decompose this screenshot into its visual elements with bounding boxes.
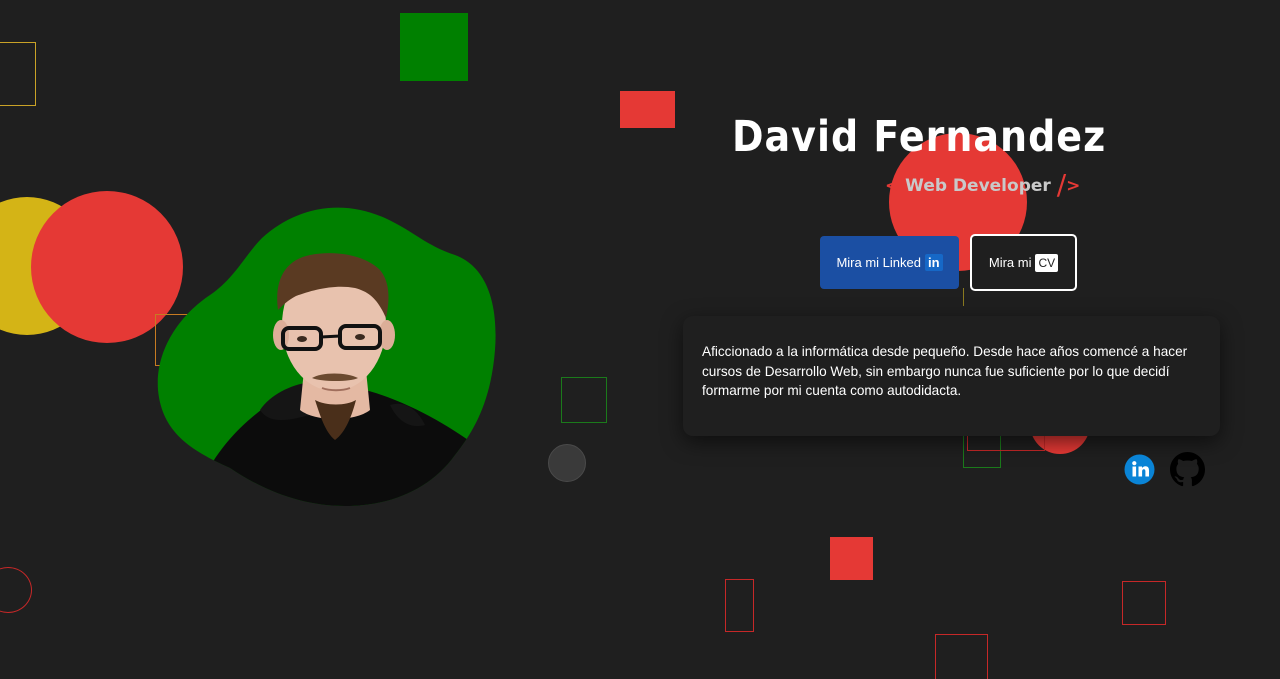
landing-page: David Fernandez < Web Developer /> Mira …: [0, 0, 1280, 679]
decor-square-outline-yellow: [0, 42, 36, 106]
cv-badge-icon: CV: [1035, 253, 1059, 272]
decor-square-green: [400, 13, 468, 81]
decor-square-outline-red-bottom-center: [935, 634, 988, 679]
decor-circle-gray: [548, 444, 586, 482]
cv-button-label: Mira mi: [988, 255, 1032, 270]
decor-rect-outline-red-bottom: [725, 579, 754, 632]
decor-square-red-bottom: [830, 537, 873, 580]
cv-button[interactable]: Mira mi CV: [970, 234, 1077, 291]
decor-square-outline-red-bottom-right: [1122, 581, 1166, 625]
decor-circle-outline-red: [0, 567, 32, 613]
role-open-bracket: <: [885, 176, 900, 196]
profile-role: < Web Developer />: [885, 168, 1080, 201]
role-close-slash: /: [1056, 168, 1067, 201]
decor-square-outline-green: [561, 377, 607, 423]
about-card: Aficcionado a la informática desde peque…: [683, 316, 1220, 436]
about-text: Aficcionado a la informática desde peque…: [702, 344, 1188, 398]
role-label: Web Developer: [905, 176, 1051, 196]
profile-name: David Fernandez: [732, 112, 1107, 162]
linkedin-badge-icon: in: [924, 254, 943, 271]
linkedin-icon[interactable]: [1124, 454, 1155, 485]
role-close-bracket: >: [1066, 176, 1081, 196]
decor-line-yellow: [963, 288, 965, 306]
profile-photo: [150, 200, 510, 515]
linkedin-button[interactable]: Mira mi Linked in: [820, 236, 959, 289]
github-icon[interactable]: [1170, 452, 1205, 487]
linkedin-button-label: Mira mi Linked: [836, 255, 921, 270]
decor-rect-red: [620, 91, 675, 128]
